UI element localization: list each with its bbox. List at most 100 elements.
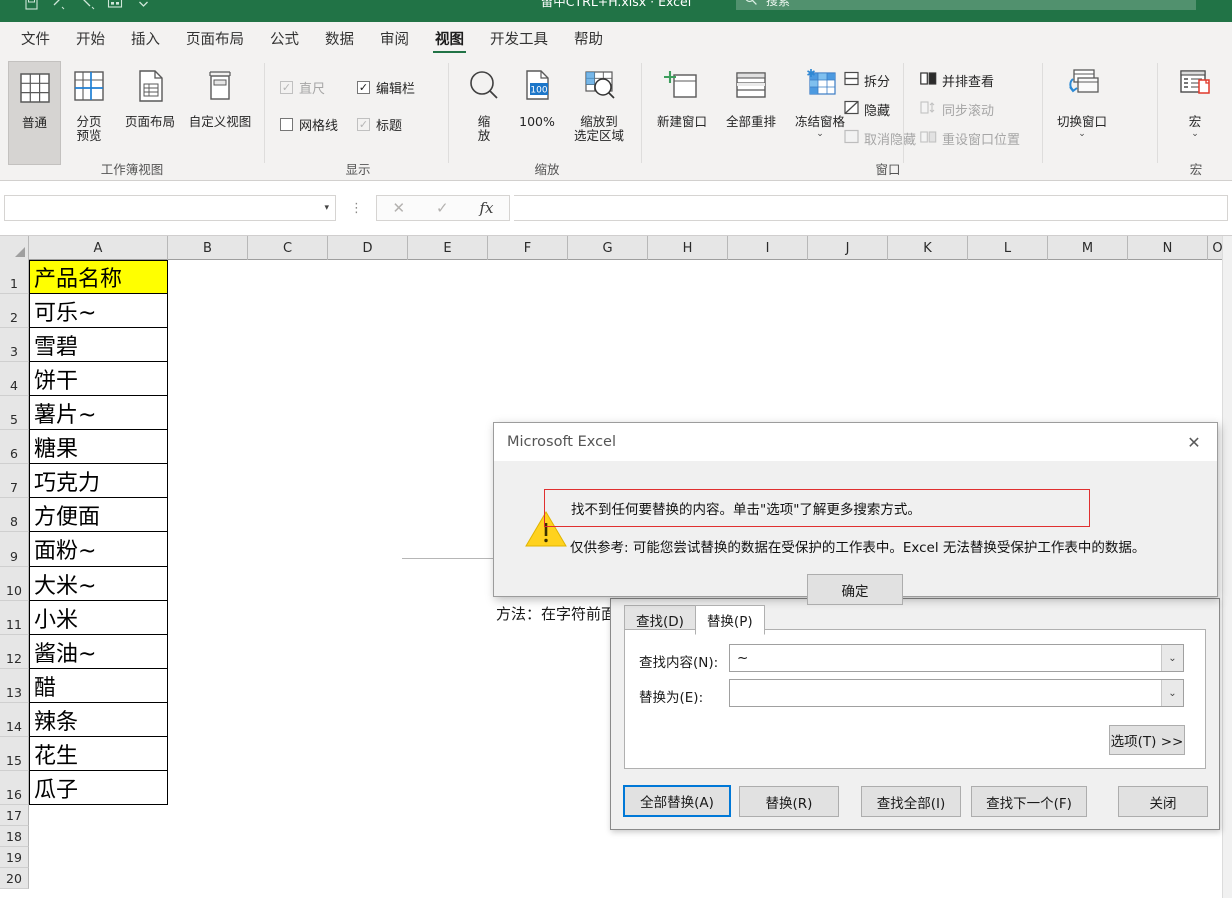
tab-help[interactable]: 帮助	[561, 22, 616, 55]
ribbon-tab-strip[interactable]: 文件 开始 插入 页面布局 公式 数据 审阅 视图 开发工具 帮助	[0, 22, 1232, 55]
tab-file[interactable]: 文件	[8, 22, 63, 55]
column-header-i[interactable]: I	[728, 236, 808, 260]
replace-button[interactable]: 替换(R)	[739, 786, 839, 817]
view-custom-views-button[interactable]: 自定义视图	[185, 61, 255, 165]
hide-window-button[interactable]: 隐藏	[844, 100, 890, 119]
row-headers[interactable]: 1 2 3 4 5 6 7 8 9 10 11 12 13 14 15 16 17 18 19 20	[0, 260, 29, 889]
tab-insert[interactable]: 插入	[118, 22, 173, 55]
column-header-b[interactable]: B	[168, 236, 248, 260]
row-header-7[interactable]: 7	[0, 464, 29, 498]
row-header-6[interactable]: 6	[0, 430, 29, 464]
arrange-all-button[interactable]: 全部重排	[717, 61, 785, 165]
show-headings-checkbox[interactable]: ✓ 标题	[357, 115, 402, 134]
tab-data[interactable]: 数据	[312, 22, 367, 55]
tab-page-layout[interactable]: 页面布局	[173, 22, 257, 55]
cell-a16[interactable]: 瓜子	[29, 771, 168, 805]
cell-a4[interactable]: 饼干	[29, 362, 168, 396]
column-headers[interactable]: ABCDEFGHIJKLMNO	[0, 236, 1232, 260]
zoom-button[interactable]: 缩 放	[460, 61, 508, 165]
cell-a13[interactable]: 醋	[29, 669, 168, 703]
column-header-k[interactable]: K	[888, 236, 968, 260]
message-box-ok-button[interactable]: 确定	[807, 574, 903, 605]
find-next-button[interactable]: 查找下一个(F)	[971, 786, 1087, 817]
tab-home[interactable]: 开始	[63, 22, 118, 55]
column-header-g[interactable]: G	[568, 236, 648, 260]
cell-a7[interactable]: 巧克力	[29, 464, 168, 498]
cell-a3[interactable]: 雪碧	[29, 328, 168, 362]
formula-bar-grip[interactable]: ⋮	[350, 201, 363, 216]
row-header-4[interactable]: 4	[0, 362, 29, 396]
view-normal-button[interactable]: 普通	[8, 61, 61, 165]
row-header-8[interactable]: 8	[0, 498, 29, 532]
tab-view[interactable]: 视图	[422, 22, 477, 55]
cell-a5[interactable]: 薯片~	[29, 396, 168, 430]
show-formula-bar-checkbox[interactable]: ✓ 编辑栏	[357, 78, 415, 97]
switch-windows-chevron-down-icon[interactable]: ⌄	[1078, 130, 1086, 139]
name-box[interactable]: ▾	[4, 195, 336, 221]
row-header-13[interactable]: 13	[0, 669, 29, 703]
cell-a15[interactable]: 花生	[29, 737, 168, 771]
row-header-14[interactable]: 14	[0, 703, 29, 737]
column-header-d[interactable]: D	[328, 236, 408, 260]
show-gridlines-checkbox[interactable]: 网格线	[280, 115, 338, 134]
row-header-1[interactable]: 1	[0, 260, 29, 294]
column-header-f[interactable]: F	[488, 236, 568, 260]
tab-developer[interactable]: 开发工具	[477, 22, 561, 55]
column-a-cells[interactable]: 产品名称 可乐~ 雪碧 饼干 薯片~ 糖果 巧克力 方便面 面粉~ 大米~ 小米 酱油~ 醋辣条 花生 瓜子	[29, 260, 168, 805]
cell-a11[interactable]: 小米	[29, 601, 168, 635]
row-header-16[interactable]: 16	[0, 771, 29, 805]
switch-windows-button[interactable]: 切换窗口 ⌄	[1048, 61, 1116, 165]
insert-function-icon[interactable]: fx	[480, 199, 494, 217]
formula-input[interactable]	[514, 195, 1228, 221]
view-page-layout-button[interactable]: 页面布局	[117, 61, 183, 165]
row-header-5[interactable]: 5	[0, 396, 29, 430]
select-all-corner[interactable]	[0, 236, 29, 260]
freeze-panes-chevron-down-icon[interactable]: ⌄	[816, 130, 824, 139]
row-header-15[interactable]: 15	[0, 737, 29, 771]
search-box[interactable]: 搜索	[736, 0, 1196, 10]
name-box-chevron-down-icon[interactable]: ▾	[324, 203, 329, 213]
cell-a9[interactable]: 面粉~	[29, 532, 168, 567]
vertical-scrollbar[interactable]	[1222, 236, 1232, 898]
cancel-formula-icon[interactable]: ✕	[392, 199, 405, 217]
row-header-9[interactable]: 9	[0, 532, 29, 567]
row-header-2[interactable]: 2	[0, 294, 29, 328]
cell-a2[interactable]: 可乐~	[29, 294, 168, 328]
column-header-a[interactable]: A	[29, 236, 168, 260]
tab-review[interactable]: 审阅	[367, 22, 422, 55]
column-header-l[interactable]: L	[968, 236, 1048, 260]
cell-a1[interactable]: 产品名称	[29, 260, 168, 294]
row-header-20[interactable]: 20	[0, 868, 29, 889]
zoom-to-selection-button[interactable]: 缩放到 选定区域	[566, 61, 632, 165]
cell-a8[interactable]: 方便面	[29, 498, 168, 532]
zoom-100-button[interactable]: 100 100%	[511, 61, 563, 165]
macro-chevron-down-icon[interactable]: ⌄	[1191, 130, 1199, 139]
row-header-11[interactable]: 11	[0, 601, 29, 635]
confirm-formula-icon[interactable]: ✓	[436, 199, 449, 217]
close-icon[interactable]: ✕	[1171, 423, 1217, 461]
cell-a6[interactable]: 糖果	[29, 430, 168, 464]
tab-formulas[interactable]: 公式	[257, 22, 312, 55]
row-header-17[interactable]: 17	[0, 805, 29, 826]
cell-a14[interactable]: 辣条	[29, 703, 168, 737]
row-header-3[interactable]: 3	[0, 328, 29, 362]
column-header-c[interactable]: C	[248, 236, 328, 260]
new-window-button[interactable]: 新建窗口	[648, 61, 716, 165]
find-all-button[interactable]: 查找全部(I)	[861, 786, 961, 817]
row-header-19[interactable]: 19	[0, 847, 29, 868]
replace-with-chevron-down-icon[interactable]: ⌄	[1161, 680, 1183, 706]
view-page-break-preview-button[interactable]: 分页 预览	[64, 61, 114, 165]
options-button[interactable]: 选项(T) >>	[1109, 725, 1185, 755]
split-button[interactable]: 拆分	[844, 71, 890, 90]
row-header-10[interactable]: 10	[0, 567, 29, 601]
tab-replace[interactable]: 替换(P)	[694, 605, 765, 635]
view-side-by-side-button[interactable]: 并排查看	[920, 71, 994, 90]
close-button[interactable]: 关闭	[1118, 786, 1208, 817]
replace-with-input[interactable]: ⌄	[729, 679, 1184, 707]
column-header-h[interactable]: H	[648, 236, 728, 260]
column-header-m[interactable]: M	[1048, 236, 1128, 260]
show-ruler-checkbox[interactable]: ✓ 直尺	[280, 78, 325, 97]
row-header-18[interactable]: 18	[0, 826, 29, 847]
replace-all-button[interactable]: 全部替换(A)	[623, 785, 731, 817]
column-header-n[interactable]: N	[1128, 236, 1208, 260]
